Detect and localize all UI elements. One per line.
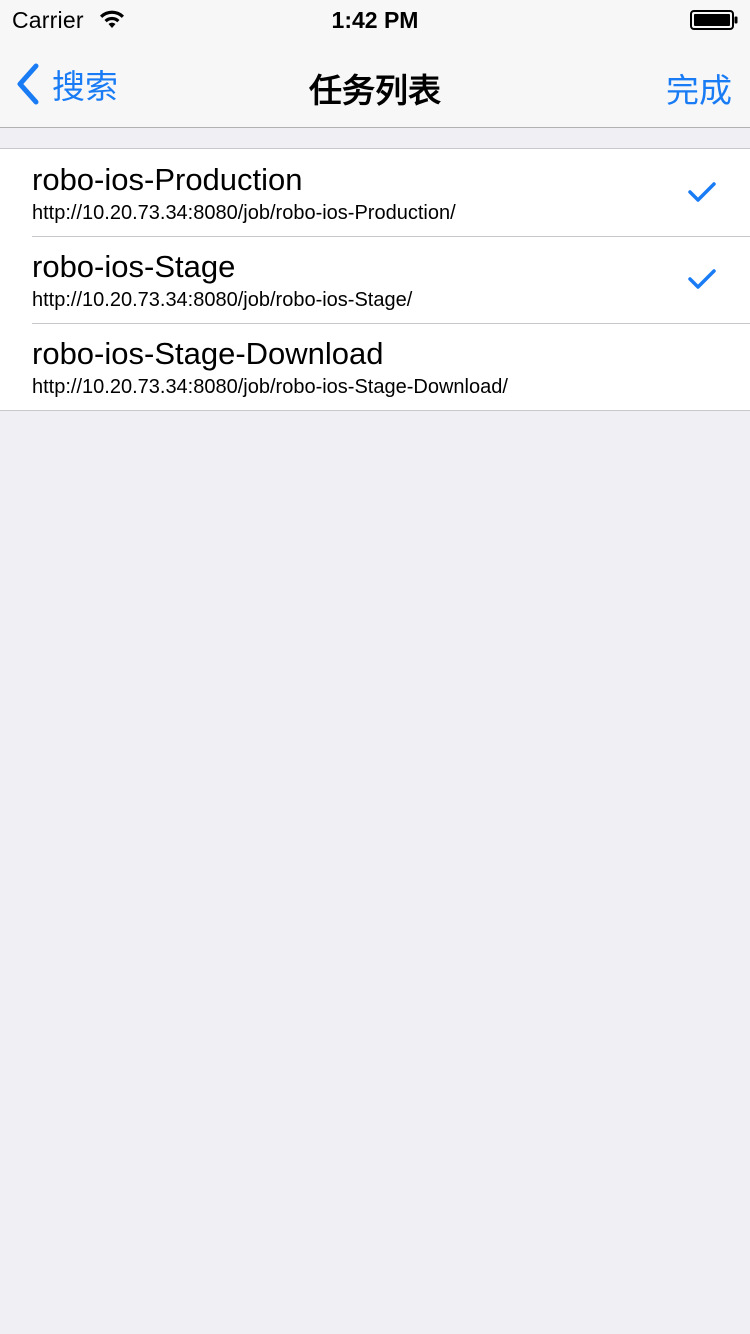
job-name: robo-ios-Stage-Download [32, 336, 384, 371]
job-name: robo-ios-Production [32, 162, 303, 197]
job-row-stage[interactable]: robo-ios-Stage http://10.20.73.34:8080/j… [0, 236, 750, 323]
status-time: 1:42 PM [331, 7, 419, 33]
job-row-stage-download[interactable]: robo-ios-Stage-Download http://10.20.73.… [0, 323, 750, 410]
page-title: 任务列表 [309, 72, 441, 109]
job-row-production[interactable]: robo-ios-Production http://10.20.73.34:8… [0, 149, 750, 236]
job-list: robo-ios-Production http://10.20.73.34:8… [0, 148, 750, 411]
done-button[interactable]: 完成 [666, 64, 732, 112]
checkmark-icon [688, 182, 716, 202]
job-url: http://10.20.73.34:8080/job/robo-ios-Pro… [32, 202, 456, 224]
battery-icon [690, 10, 738, 30]
top-bar: Carrier 1:42 PM 搜索 任务列表 完成 [0, 0, 750, 128]
job-url: http://10.20.73.34:8080/job/robo-ios-Sta… [32, 376, 508, 398]
job-name: robo-ios-Stage [32, 249, 236, 284]
navigation-bar: 搜索 任务列表 完成 [0, 40, 750, 128]
checkmark-icon [688, 269, 716, 289]
status-bar: Carrier 1:42 PM [0, 0, 750, 40]
job-url: http://10.20.73.34:8080/job/robo-ios-Sta… [32, 289, 413, 311]
